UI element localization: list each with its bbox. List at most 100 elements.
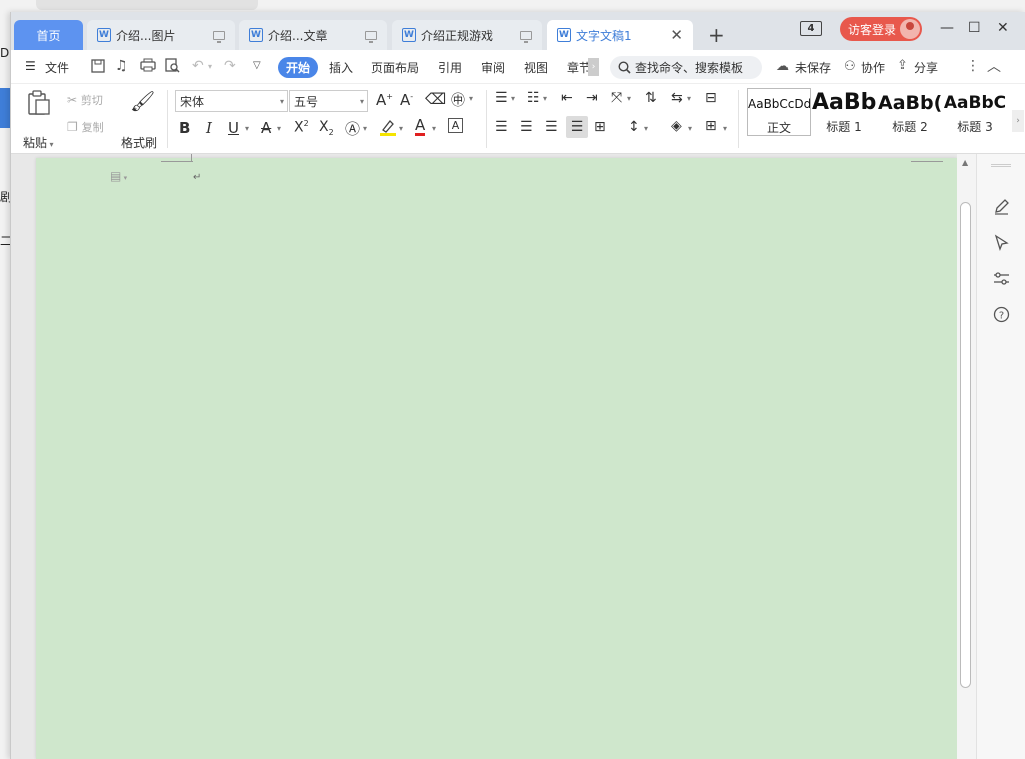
paste-options-icon[interactable]: ▤ ▾ xyxy=(110,169,127,183)
paste-button[interactable]: 粘贴 ▾ xyxy=(23,134,54,151)
char-border-icon[interactable]: A xyxy=(448,118,463,133)
print-icon[interactable] xyxy=(140,58,156,75)
underline-icon[interactable]: U xyxy=(228,119,239,137)
close-tab-icon[interactable]: ✕ xyxy=(670,26,683,44)
clear-format-icon[interactable]: ⌫ xyxy=(425,90,446,108)
maximize-button[interactable]: ☐ xyxy=(968,20,981,36)
tab-document[interactable]: W 介绍...文章 xyxy=(239,20,387,50)
unsaved-status[interactable]: 未保存 xyxy=(795,59,831,76)
chevron-right-icon[interactable]: › xyxy=(1012,110,1024,132)
cut-button[interactable]: ✂ 剪切 xyxy=(67,92,103,108)
chevron-down-icon[interactable]: ▾ xyxy=(245,124,249,133)
text-direction-icon[interactable]: ⇆ xyxy=(671,90,683,106)
style-heading-2[interactable]: AaBb( 标题 2 xyxy=(878,88,942,136)
justify-icon[interactable]: ☰ xyxy=(566,116,588,138)
menu-tab-view[interactable]: 视图 xyxy=(524,59,548,76)
new-tab-button[interactable]: + xyxy=(708,23,725,47)
chinese-layout-icon[interactable]: ⤧ xyxy=(611,90,622,106)
undo-icon[interactable]: ↶ xyxy=(192,58,204,74)
chevron-down-icon[interactable]: ▾ xyxy=(644,124,648,133)
chevron-down-icon[interactable]: ▾ xyxy=(469,94,473,103)
font-size-select[interactable]: 五号 ▾ xyxy=(289,90,368,112)
format-painter-button[interactable]: 格式刷 xyxy=(121,134,157,151)
align-left-icon[interactable]: ☰ xyxy=(495,119,508,135)
collaborate-button[interactable]: 协作 xyxy=(861,59,885,76)
style-normal[interactable]: AaBbCcDd 正文 xyxy=(747,88,811,136)
menu-tab-references[interactable]: 引用 xyxy=(438,59,462,76)
menu-tab-start[interactable]: 开始 xyxy=(278,57,318,78)
chevron-down-icon[interactable]: ▾ xyxy=(543,94,547,103)
redo-icon[interactable]: ↷ xyxy=(224,58,236,74)
text-effect-icon[interactable]: Ⓐ xyxy=(345,118,360,139)
tab-document[interactable]: W 介绍...图片 xyxy=(87,20,235,50)
menu-tab-review[interactable]: 审阅 xyxy=(481,59,505,76)
font-color-icon[interactable]: A xyxy=(415,117,426,136)
more-options-icon[interactable]: ⋮ xyxy=(966,58,980,74)
decrease-indent-icon[interactable]: ⇤ xyxy=(561,90,573,106)
chevron-down-icon[interactable]: ▾ xyxy=(687,94,691,103)
chevron-down-icon[interactable]: ▾ xyxy=(627,94,631,103)
style-heading-3[interactable]: AaBbC 标题 3 xyxy=(943,88,1007,136)
sort-icon[interactable]: ⇅ xyxy=(645,90,657,106)
distributed-align-icon[interactable]: ⊞ xyxy=(594,119,606,135)
scroll-up-icon[interactable]: ▲ xyxy=(962,158,968,167)
chevron-down-icon[interactable]: ▾ xyxy=(723,124,727,133)
close-window-button[interactable]: ✕ xyxy=(997,20,1009,36)
highlight-icon[interactable] xyxy=(379,118,397,139)
copy-button[interactable]: ❐ 复制 xyxy=(67,119,104,135)
window-count-badge[interactable]: 4 xyxy=(800,21,822,36)
adjust-settings-icon[interactable] xyxy=(993,270,1010,291)
command-search[interactable]: 查找命令、搜索模板 xyxy=(610,56,762,79)
increase-font-icon[interactable]: A+ xyxy=(376,91,393,109)
print-preview-icon[interactable] xyxy=(165,58,180,76)
edit-pen-icon[interactable] xyxy=(993,198,1010,219)
subscript-icon[interactable]: X2 xyxy=(319,119,334,137)
menu-tab-chapter[interactable]: 章节 xyxy=(567,59,589,76)
align-right-icon[interactable]: ☰ xyxy=(545,119,558,135)
guest-login-button[interactable]: 访客登录 xyxy=(840,17,922,41)
font-name-select[interactable]: 宋体 ▾ xyxy=(175,90,288,112)
chevron-down-icon[interactable]: ▾ xyxy=(208,62,212,71)
shading-icon[interactable]: ◈ xyxy=(671,118,682,134)
help-icon[interactable]: ? xyxy=(993,306,1010,327)
menu-tab-layout[interactable]: 页面布局 xyxy=(371,59,419,76)
scrollbar-thumb[interactable] xyxy=(960,202,971,688)
style-heading-1[interactable]: AaBb 标题 1 xyxy=(812,88,876,136)
tab-document[interactable]: W 介绍正规游戏 xyxy=(392,20,542,50)
vertical-scrollbar[interactable]: ▲ xyxy=(957,154,976,759)
chevron-down-icon[interactable]: ▾ xyxy=(277,124,281,133)
document-page[interactable]: ▤ ▾ ↵ xyxy=(36,154,957,759)
tab-home[interactable]: 首页 xyxy=(14,20,83,50)
menu-file[interactable]: 文件 xyxy=(45,59,69,76)
align-center-icon[interactable]: ☰ xyxy=(520,119,533,135)
select-pointer-icon[interactable] xyxy=(993,234,1010,255)
bullet-list-icon[interactable]: ☰ xyxy=(495,90,508,106)
borders-icon[interactable]: ⊞ xyxy=(705,118,717,134)
strikethrough-icon[interactable]: A xyxy=(261,119,271,137)
menu-tab-insert[interactable]: 插入 xyxy=(329,59,353,76)
superscript-icon[interactable]: X2 xyxy=(294,119,309,136)
save-icon[interactable] xyxy=(91,59,105,76)
italic-icon[interactable]: I xyxy=(206,119,212,137)
chevron-down-icon[interactable]: ▾ xyxy=(432,124,436,133)
chevron-down-icon[interactable]: ▾ xyxy=(511,94,515,103)
decrease-font-icon[interactable]: A- xyxy=(400,91,413,109)
minimize-button[interactable]: — xyxy=(940,20,954,36)
show-marks-icon[interactable]: ⊟ xyxy=(705,90,717,106)
chevron-right-icon[interactable]: › xyxy=(588,58,599,76)
format-painter-icon[interactable]: 🖌 xyxy=(130,89,155,113)
paste-icon[interactable] xyxy=(27,90,51,119)
phonetic-guide-icon[interactable]: ㊥ xyxy=(451,90,465,110)
increase-indent-icon[interactable]: ⇥ xyxy=(586,90,598,106)
collapse-ribbon-icon[interactable]: ︿ xyxy=(987,56,1001,76)
undo-history-icon[interactable]: ♫ xyxy=(115,58,128,74)
numbered-list-icon[interactable]: ☷ xyxy=(527,90,540,106)
bold-icon[interactable]: B xyxy=(179,119,190,137)
chevron-down-icon[interactable]: ▾ xyxy=(399,124,403,133)
chevron-down-icon[interactable]: ▾ xyxy=(363,124,367,133)
tab-document-active[interactable]: W 文字文稿1 ✕ xyxy=(547,20,693,50)
line-spacing-icon[interactable]: ↕ xyxy=(628,119,640,135)
chevron-down-icon[interactable]: ▾ xyxy=(688,124,692,133)
hamburger-icon[interactable]: ☰ xyxy=(25,59,36,73)
chevron-down-icon[interactable]: ▽ xyxy=(253,60,261,71)
